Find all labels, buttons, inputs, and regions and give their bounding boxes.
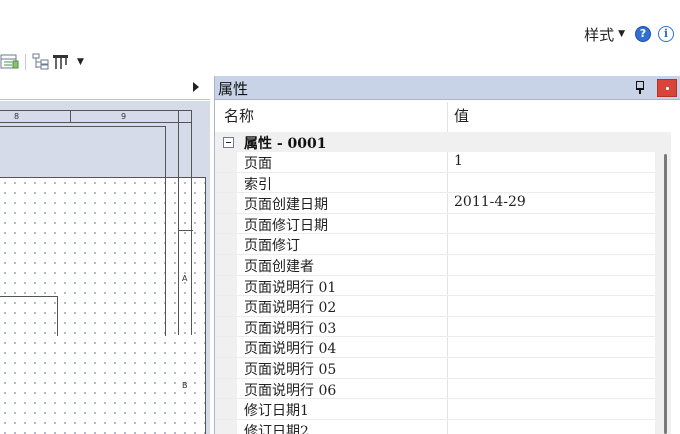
column-divider — [447, 172, 448, 193]
property-row[interactable]: 页面说明行 02 — [215, 296, 655, 317]
property-value[interactable]: 2011-4-29 — [454, 194, 526, 210]
column-divider — [447, 399, 448, 419]
ruler-label: A — [182, 274, 188, 283]
collapse-icon[interactable] — [223, 137, 234, 148]
row-gutter — [215, 399, 237, 419]
row-gutter — [215, 254, 237, 275]
overflow-caret-icon[interactable]: ▼ — [77, 57, 84, 67]
panel-title: 属性 — [218, 80, 249, 98]
row-gutter — [215, 213, 237, 234]
ruler-label: 9 — [121, 112, 127, 121]
row-gutter — [215, 337, 237, 357]
property-list: 页面 1 索引页面创建日期 2011-4-29 页面修订日期 页面修订页面创建者页面说明行… — [215, 152, 655, 434]
help-icon[interactable]: ? — [635, 26, 651, 42]
table-list-icon[interactable] — [0, 53, 20, 71]
property-row[interactable]: 页面说明行 05 — [215, 357, 655, 379]
column-divider — [447, 275, 448, 296]
row-gutter — [215, 152, 237, 172]
column-header-value[interactable]: 值 — [454, 105, 469, 127]
column-divider — [447, 254, 448, 275]
property-name: 页面说明行 03 — [244, 320, 337, 337]
row-gutter — [215, 172, 237, 193]
app-window: 样式 ▼ ? i ▼ 8 9 A B 属性 名称 值 属性 - 0001 页面 … — [0, 0, 680, 434]
property-name: 页面说明行 04 — [244, 341, 337, 358]
column-divider — [447, 316, 448, 337]
info-icon[interactable]: i — [658, 26, 674, 42]
panel-edge — [671, 132, 680, 434]
properties-panel-header: 属性 — [215, 76, 680, 100]
group-label: 属性 - 0001 — [244, 136, 327, 152]
left-pane-header — [0, 76, 210, 100]
chevron-down-icon[interactable]: ▼ — [618, 29, 625, 39]
property-name: 页面创建日期 — [244, 197, 328, 214]
row-gutter — [215, 193, 237, 213]
property-row[interactable]: 修订日期1 — [215, 399, 655, 420]
hierarchy-icon[interactable] — [31, 53, 51, 71]
row-gutter — [215, 357, 237, 378]
column-divider — [447, 357, 448, 378]
property-name: 页面 — [244, 156, 272, 172]
property-row[interactable]: 页面创建日期 2011-4-29 — [215, 193, 655, 214]
property-row[interactable]: 页面 1 — [215, 152, 655, 173]
close-window-button[interactable] — [640, 0, 654, 8]
property-group-row[interactable]: 属性 - 0001 — [215, 132, 655, 152]
panel-close-button[interactable] — [657, 79, 677, 97]
column-divider — [447, 234, 448, 254]
minimize-button[interactable] — [522, 0, 536, 8]
column-divider — [447, 378, 448, 399]
main-toolbar: ▼ — [0, 52, 84, 72]
column-layout-icon[interactable] — [51, 53, 71, 71]
title-block-frame — [0, 296, 58, 336]
column-divider — [447, 152, 448, 172]
property-name: 页面说明行 06 — [244, 382, 337, 399]
row-ruler: A B — [178, 123, 193, 390]
close-icon — [640, 0, 654, 6]
expand-arrow-icon[interactable] — [193, 82, 199, 92]
property-name: 页面修订日期 — [244, 217, 328, 234]
column-divider — [447, 213, 448, 234]
column-divider — [447, 337, 448, 357]
property-row[interactable]: 页面修订 — [215, 234, 655, 255]
property-row[interactable]: 页面说明行 01 — [215, 275, 655, 297]
scrollbar-thumb[interactable] — [664, 154, 667, 434]
row-gutter — [215, 316, 237, 337]
property-name: 页面创建者 — [244, 258, 314, 275]
row-gutter — [215, 234, 237, 254]
property-row[interactable]: 页面说明行 04 — [215, 337, 655, 358]
ruler-label: B — [182, 381, 188, 390]
property-row[interactable]: 页面修订日期 — [215, 213, 655, 235]
property-row[interactable]: 修订日期2 — [215, 419, 655, 434]
property-name: 索引 — [244, 176, 272, 193]
property-row[interactable]: 索引 — [215, 172, 655, 194]
vertical-scrollbar[interactable] — [655, 132, 671, 434]
property-name: 页面说明行 01 — [244, 279, 337, 296]
properties-panel: 属性 名称 值 属性 - 0001 页面 1 索引 页面创建日期 2011-4-29 页面… — [214, 76, 680, 434]
style-toolbar: 样式 ▼ ? i — [584, 24, 674, 44]
column-divider — [447, 193, 448, 213]
property-name: 页面说明行 05 — [244, 361, 337, 378]
column-divider — [447, 296, 448, 316]
pin-icon[interactable] — [634, 80, 646, 94]
property-name: 修订日期1 — [244, 403, 309, 420]
column-divider[interactable] — [447, 102, 448, 132]
restore-button[interactable] — [583, 0, 597, 8]
row-gutter — [215, 378, 237, 399]
column-divider — [447, 419, 448, 434]
column-header-name[interactable]: 名称 — [224, 105, 254, 127]
property-name: 页面说明行 02 — [244, 300, 337, 317]
row-gutter — [215, 275, 237, 296]
style-dropdown-label[interactable]: 样式 — [584, 24, 614, 45]
column-ruler: 8 9 — [0, 110, 192, 123]
row-gutter — [215, 419, 237, 434]
property-name: 修订日期2 — [244, 423, 309, 434]
toolbar-separator — [25, 54, 26, 70]
property-row[interactable]: 页面说明行 06 — [215, 378, 655, 400]
ruler-label: 8 — [14, 112, 20, 121]
row-gutter — [215, 296, 237, 316]
property-value[interactable]: 1 — [454, 153, 463, 169]
property-row[interactable]: 页面说明行 03 — [215, 316, 655, 338]
property-row[interactable]: 页面创建者 — [215, 254, 655, 276]
property-name: 页面修订 — [244, 238, 300, 255]
